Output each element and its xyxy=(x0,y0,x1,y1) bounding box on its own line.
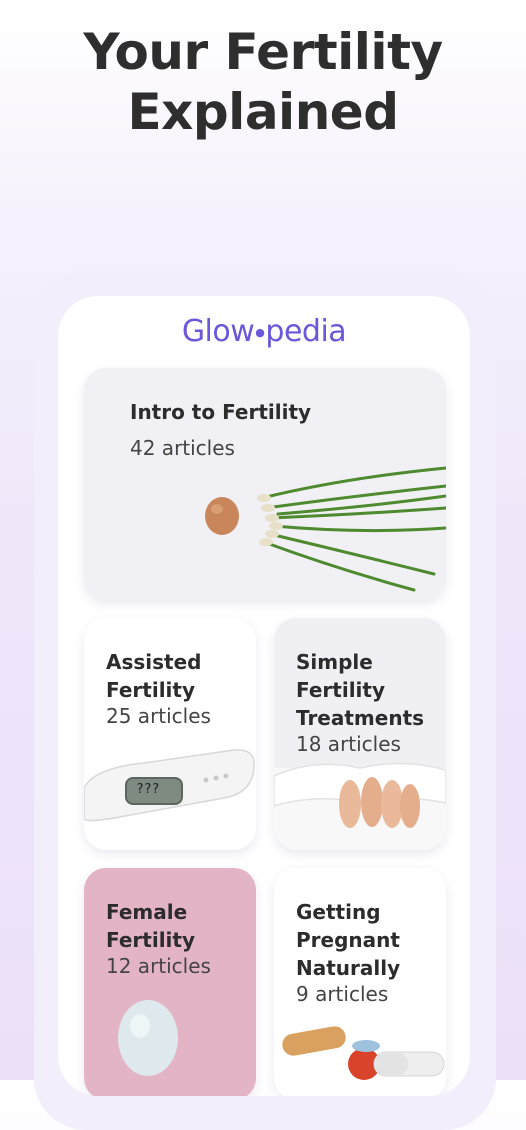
card-title: Female Fertility xyxy=(106,898,195,954)
card-title-line: Naturally xyxy=(296,956,401,980)
card-article-count: 42 articles xyxy=(130,436,235,460)
card-title-line: Fertility xyxy=(106,678,196,702)
logo-part-pedia: pedia xyxy=(265,314,347,349)
headline-line-2: Explained xyxy=(127,83,399,141)
card-article-count: 25 articles xyxy=(106,704,211,728)
logo-part-glow: Glow xyxy=(181,314,255,349)
card-title: Assisted Fertility xyxy=(106,648,202,704)
category-card-simple-fertility-treatments[interactable]: Simple Fertility Treatments 18 articles xyxy=(274,618,446,850)
category-card-female-fertility[interactable]: Female Fertility 12 articles xyxy=(84,868,256,1096)
headline: Your Fertility Explained xyxy=(0,22,526,142)
card-title-line: Getting xyxy=(296,900,381,924)
card-article-count: 18 articles xyxy=(296,732,401,756)
card-title: Getting Pregnant Naturally xyxy=(296,898,400,982)
card-title-line: Assisted xyxy=(106,650,202,674)
card-title-line: Simple xyxy=(296,650,373,674)
card-title: Intro to Fertility xyxy=(130,400,312,424)
card-title-line: Female xyxy=(106,900,188,924)
glowpedia-logo: Glow●pedia xyxy=(58,314,470,349)
logo-dot-icon: ● xyxy=(255,326,265,339)
category-card-getting-pregnant-naturally[interactable]: Getting Pregnant Naturally 9 articles xyxy=(274,868,446,1096)
card-title: Simple Fertility Treatments xyxy=(296,648,424,732)
category-card-assisted-fertility[interactable]: Assisted Fertility 25 articles ??? xyxy=(84,618,256,850)
category-card-intro-to-fertility[interactable]: Intro to Fertility 42 articles xyxy=(84,368,446,600)
card-article-count: 12 articles xyxy=(106,954,211,978)
phone-screen: Glow●pedia Intro to Fertility 42 article… xyxy=(58,296,470,1096)
card-title-line: Fertility xyxy=(296,678,386,702)
card-title-line: Fertility xyxy=(106,928,196,952)
card-title-line: Treatments xyxy=(296,706,425,730)
headline-line-1: Your Fertility xyxy=(83,23,443,81)
test-display-text: ??? xyxy=(136,782,160,797)
card-title-line: Pregnant xyxy=(296,928,400,952)
card-article-count: 9 articles xyxy=(296,982,389,1006)
